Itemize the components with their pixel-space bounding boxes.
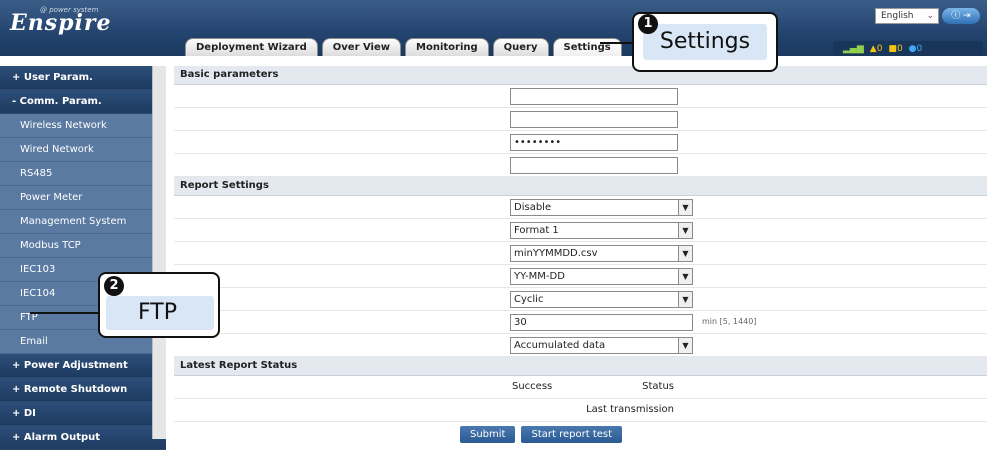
remote-directory-input[interactable] <box>510 157 678 174</box>
file-name-select[interactable]: minYYMMDD.csv ▼ <box>510 245 693 262</box>
info-alarm-icon[interactable]: ●0 <box>909 44 923 54</box>
sidebar-item-comm-param[interactable]: - Comm. Param. <box>0 90 166 114</box>
signal-icon: ▂▄▆ <box>843 43 864 54</box>
language-select[interactable]: English ⌄ <box>875 8 939 24</box>
callout-settings-text: Settings <box>643 24 767 60</box>
alarm-status-bar: ▂▄▆ ▲0 ■0 ●0 <box>833 41 983 56</box>
ftp-server-row: FTP server <box>174 85 987 108</box>
chevron-down-icon: ▼ <box>678 223 692 238</box>
chevron-down-icon: ▼ <box>678 246 692 261</box>
last-transmission-row: Last transmission <box>174 399 987 422</box>
user-name-input[interactable] <box>510 111 678 128</box>
tab-monitoring[interactable]: Monitoring <box>405 38 489 56</box>
minor-alarm-icon[interactable]: ■0 <box>888 44 902 54</box>
file-name-row: File name minYYMMDD.csv▼ <box>174 242 987 265</box>
section-latest-report-status: Latest Report Status <box>174 357 987 376</box>
time-format-select[interactable]: YY-MM-DD ▼ <box>510 268 693 285</box>
chevron-down-icon: ▼ <box>678 200 692 215</box>
chevron-down-icon: ▼ <box>678 292 692 307</box>
form-buttons: Submit Start report test <box>460 426 623 443</box>
password-input[interactable]: •••••••• <box>510 134 678 151</box>
last-transmission-label: Last transmission <box>586 404 674 415</box>
tab-query[interactable]: Query <box>492 38 549 56</box>
file-format-select[interactable]: Format 1 ▼ <box>510 222 693 239</box>
chevron-down-icon: ▼ <box>678 269 692 284</box>
section-report-settings: Report Settings <box>174 177 987 196</box>
export-interval-hint: min [5, 1440] <box>702 317 757 326</box>
sidebar-item-rs485[interactable]: RS485 <box>0 162 166 186</box>
sidebar-item-power-adjustment[interactable]: + Power Adjustment <box>0 354 166 378</box>
data-export-row: Data export Disable▼ <box>174 196 987 219</box>
start-report-test-button[interactable]: Start report test <box>521 426 623 443</box>
sidebar-item-di[interactable]: + DI <box>0 402 166 426</box>
export-interval-row: Export interval 30 min [5, 1440] <box>174 311 987 334</box>
submit-button[interactable]: Submit <box>460 426 516 443</box>
data-export-select[interactable]: Disable ▼ <box>510 199 693 216</box>
sidebar-item-wired-network[interactable]: Wired Network <box>0 138 166 162</box>
export-mode-row: Export mode Cyclic▼ <box>174 288 987 311</box>
user-name-row: User name <box>174 108 987 131</box>
status-value: Success <box>512 381 553 392</box>
callout-ftp-text: FTP <box>106 296 214 330</box>
sidebar-item-modbus-tcp[interactable]: Modbus TCP <box>0 234 166 258</box>
chevron-down-icon: ▼ <box>678 338 692 353</box>
time-format-row: Time format YY-MM-DD▼ <box>174 265 987 288</box>
sidebar-item-alarm-output[interactable]: + Alarm Output <box>0 426 166 450</box>
tab-settings[interactable]: Settings <box>552 38 622 56</box>
app-header: @ power system Enspire Deployment Wizard… <box>0 0 987 56</box>
section-basic-parameters: Basic parameters <box>174 66 987 85</box>
sidebar: + User Param. - Comm. Param. Wireless Ne… <box>0 66 166 450</box>
export-mode-select[interactable]: Cyclic ▼ <box>510 291 693 308</box>
callout-2-number: 2 <box>104 276 124 296</box>
sidebar-item-user-param[interactable]: + User Param. <box>0 66 166 90</box>
sidebar-item-management-system[interactable]: Management System <box>0 210 166 234</box>
language-value: English <box>881 11 914 21</box>
major-alarm-icon[interactable]: ▲0 <box>870 44 883 54</box>
remote-directory-row: Remote directory <box>174 154 987 177</box>
sidebar-item-wireless-network[interactable]: Wireless Network <box>0 114 166 138</box>
chevron-down-icon: ⌄ <box>926 11 934 21</box>
ftp-server-input[interactable] <box>510 88 678 105</box>
callout-2-line <box>30 312 104 314</box>
status-row: Status Success <box>174 376 987 399</box>
file-mode-row: File mode Accumulated data▼ <box>174 334 987 357</box>
export-interval-input[interactable]: 30 <box>510 314 693 331</box>
sidebar-item-remote-shutdown[interactable]: + Remote Shutdown <box>0 378 166 402</box>
settings-panel: Basic parameters FTP server User name Pa… <box>174 66 987 439</box>
sidebar-scrollbar[interactable] <box>152 66 166 439</box>
tab-overview[interactable]: Over View <box>321 38 401 56</box>
logo: Enspire <box>10 10 112 36</box>
password-row: Password •••••••• <box>174 131 987 154</box>
file-format-row: File format Format 1▼ <box>174 219 987 242</box>
file-mode-select[interactable]: Accumulated data ▼ <box>510 337 693 354</box>
sidebar-item-power-meter[interactable]: Power Meter <box>0 186 166 210</box>
tab-deployment-wizard[interactable]: Deployment Wizard <box>185 38 318 56</box>
main-tabs: Deployment Wizard Over View Monitoring Q… <box>185 38 622 56</box>
callout-1-number: 1 <box>638 14 658 34</box>
help-logout-icon[interactable]: ⓘ ⇥ <box>942 8 980 24</box>
